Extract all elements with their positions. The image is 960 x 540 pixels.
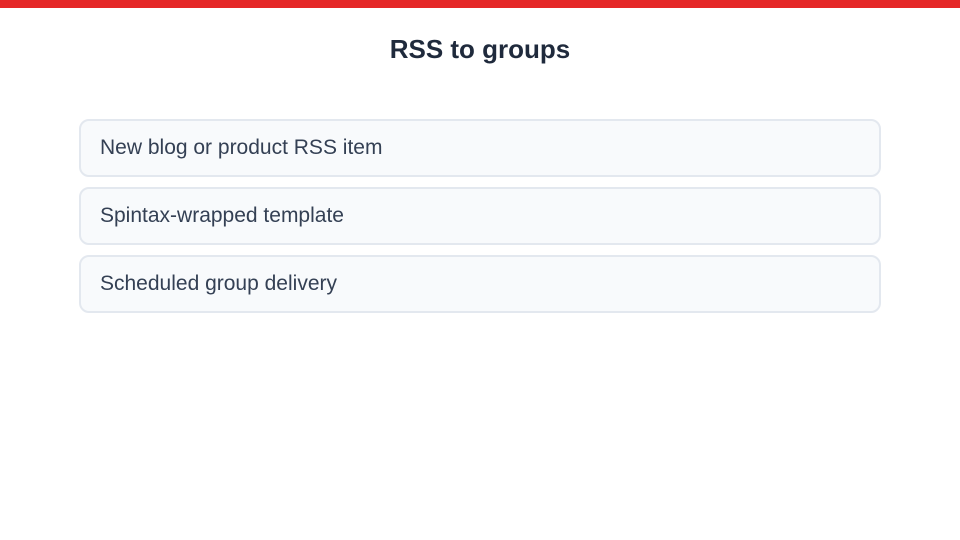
step-item-rss-source: New blog or product RSS item [79, 119, 881, 177]
step-label: New blog or product RSS item [100, 136, 383, 159]
step-label: Spintax-wrapped template [100, 204, 344, 227]
accent-bar [0, 0, 960, 8]
step-label: Scheduled group delivery [100, 272, 337, 295]
step-item-delivery: Scheduled group delivery [79, 255, 881, 313]
step-list: New blog or product RSS item Spintax-wra… [79, 119, 881, 323]
page-title: RSS to groups [389, 34, 571, 64]
step-item-template: Spintax-wrapped template [79, 187, 881, 245]
